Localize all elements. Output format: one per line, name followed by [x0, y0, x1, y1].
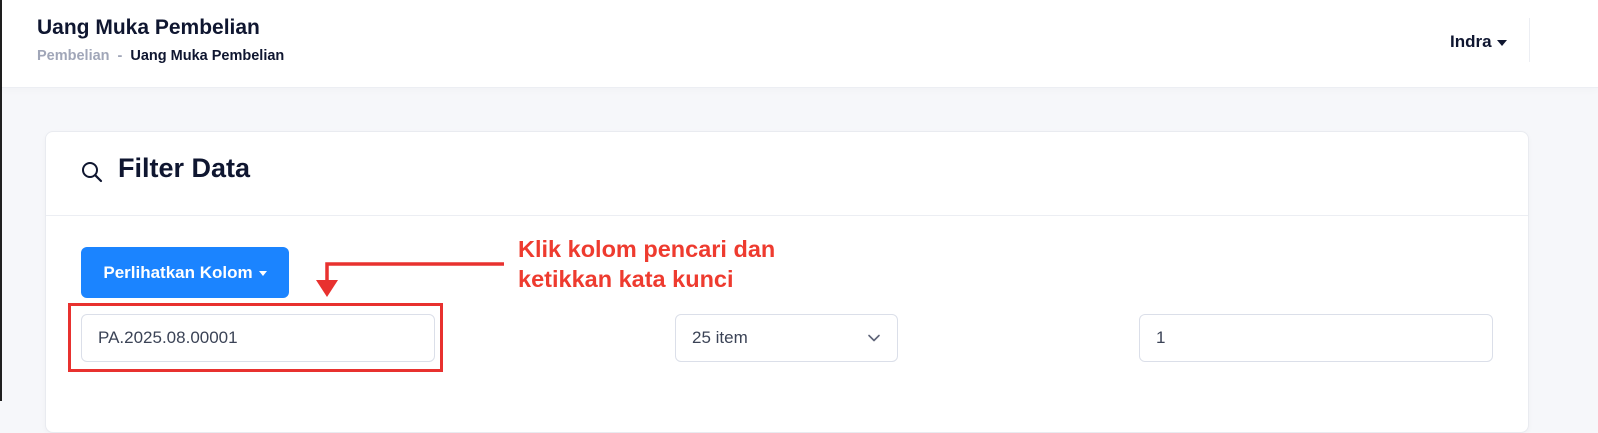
annotation-highlight-box	[68, 303, 443, 372]
breadcrumb-item-current: Uang Muka Pembelian	[130, 48, 285, 64]
caret-down-icon	[258, 270, 267, 276]
top-header: Uang Muka Pembelian Pembelian - Uang Muk…	[2, 0, 1598, 88]
search-icon	[82, 162, 103, 183]
filter-card: Filter Data Perlihatkan Kolom PA.2025.08…	[45, 131, 1529, 433]
filter-card-header: Filter Data	[46, 132, 1528, 216]
annotation-text: Klik kolom pencari dan ketikkan kata kun…	[518, 234, 775, 294]
filter-title: Filter Data	[118, 153, 251, 183]
show-columns-button[interactable]: Perlihatkan Kolom	[81, 247, 289, 298]
page-title: Uang Muka Pembelian	[37, 16, 260, 39]
user-name: Indra	[1450, 32, 1492, 51]
breadcrumb-item-pembelian[interactable]: Pembelian	[37, 48, 110, 64]
annotation-line-1: Klik kolom pencari dan	[518, 236, 776, 262]
per-page-select[interactable]: 25 item	[675, 314, 898, 362]
page-number-value: 1	[1156, 328, 1166, 347]
header-divider	[1529, 18, 1530, 62]
caret-down-icon	[1496, 40, 1507, 46]
annotation-line-2: ketikkan kata kunci	[518, 266, 734, 292]
breadcrumb: Pembelian - Uang Muka Pembelian	[37, 48, 284, 64]
show-columns-label: Perlihatkan Kolom	[103, 262, 253, 282]
breadcrumb-separator: -	[117, 48, 123, 64]
user-menu-toggle[interactable]: Indra	[1450, 32, 1507, 52]
per-page-value: 25 item	[692, 328, 748, 347]
page-number-input[interactable]: 1	[1139, 314, 1493, 362]
chevron-down-icon	[868, 334, 880, 342]
